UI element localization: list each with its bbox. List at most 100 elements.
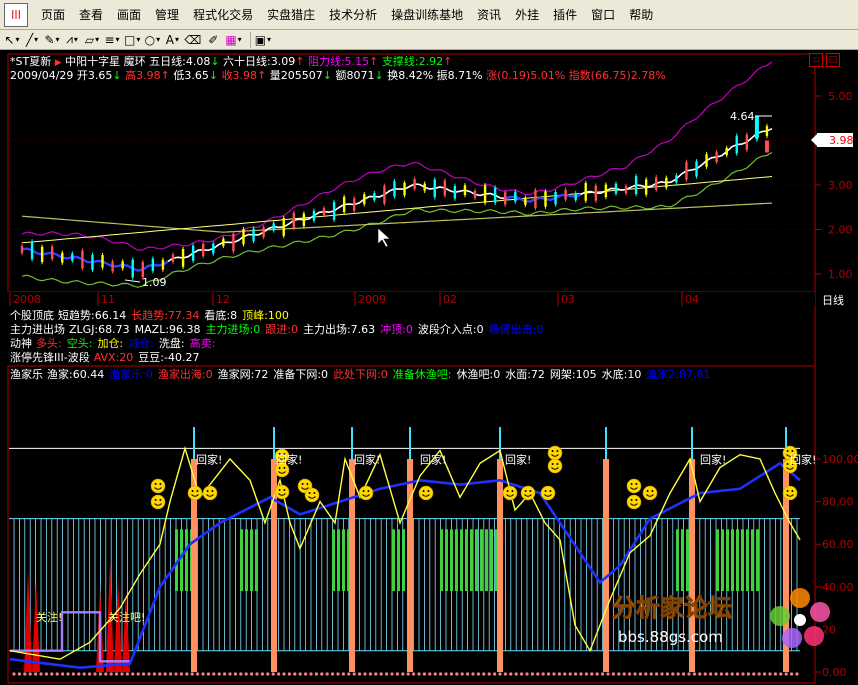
maximize-icon[interactable]: □: [826, 53, 840, 67]
bottom-dot: [471, 672, 475, 676]
indicator-name[interactable]: 涨停先锋III-波段: [10, 351, 90, 364]
bottom-dot: [509, 672, 513, 676]
bottom-dot: [115, 672, 119, 676]
up-arrow-icon: ↑: [257, 69, 267, 82]
bottom-dot: [395, 672, 399, 676]
smiley-eye: [367, 490, 370, 492]
smiley-eye: [427, 490, 430, 492]
menu-item[interactable]: 外挂: [508, 0, 546, 30]
bottom-dot: [752, 672, 756, 676]
prepare-rest-bar: [470, 529, 473, 592]
candle-body: [634, 176, 638, 194]
bottom-dot: [88, 672, 92, 676]
candle-body: [745, 134, 749, 150]
bottom-dot: [233, 672, 237, 676]
bottom-dot: [590, 672, 594, 676]
bottom-dot: [379, 672, 383, 676]
bottom-dot: [665, 672, 670, 676]
ellipse-tool-icon[interactable]: ○ ▾: [144, 32, 161, 48]
candle-body: [685, 161, 688, 180]
smiley-eye: [646, 490, 649, 492]
bottom-dot: [520, 672, 524, 676]
menu-item[interactable]: 查看: [72, 0, 110, 30]
bottom-dot: [617, 672, 621, 676]
bottom-dot: [260, 672, 264, 676]
lower-indicator-value: 水面:72: [505, 368, 545, 381]
candle-body: [91, 254, 94, 270]
lower-band-line: [21, 151, 773, 288]
rectangle-tool-icon[interactable]: □ ▾: [124, 32, 140, 48]
bottom-dot: [341, 672, 345, 676]
lower-indicator-value: 渔家乐:0: [109, 368, 153, 381]
prepare-rest-bar: [180, 529, 183, 592]
prepare-rest-bar: [460, 529, 463, 592]
menu-item[interactable]: 程式化交易: [186, 0, 260, 30]
fibonacci-tool-icon[interactable]: ≡ ▾: [104, 32, 120, 48]
support-line: [21, 176, 773, 244]
open-price: 开3.65: [76, 69, 113, 82]
menu-item[interactable]: 操盘训练基地: [384, 0, 470, 30]
save-icon[interactable]: ▣ ▾: [255, 32, 271, 48]
indicator-value: 跟进:0: [265, 323, 298, 336]
upper-band-line: [21, 61, 773, 251]
menu-item[interactable]: 技术分析: [322, 0, 384, 30]
smiley-icon: [150, 478, 166, 494]
pencil-tool-icon[interactable]: ✎ ▾: [44, 32, 60, 48]
bottom-dot: [325, 672, 329, 676]
smiley-eye: [551, 463, 554, 465]
bottom-dot: [584, 672, 589, 676]
candle-body: [504, 192, 507, 205]
candle-body: [30, 241, 34, 260]
menu-item[interactable]: 画面: [110, 0, 148, 30]
prepare-rest-bar: [751, 529, 754, 592]
bottom-dot: [287, 672, 291, 676]
restore-icon[interactable]: ▫: [809, 53, 823, 67]
menu-item[interactable]: 页面: [34, 0, 72, 30]
attention-spike: [32, 582, 40, 672]
candle-body: [764, 140, 769, 153]
bottom-dot: [179, 672, 183, 676]
peak-spike: [409, 427, 411, 459]
flower-logo-icon: [770, 588, 830, 648]
brush-tool-icon[interactable]: ✐: [205, 32, 221, 48]
zigzag-tool-icon[interactable]: ⩘ ▾: [64, 32, 80, 48]
bottom-dot: [12, 672, 16, 676]
smiley-eye: [549, 490, 552, 492]
smiley-eye: [211, 490, 214, 492]
bottom-dot: [336, 672, 340, 676]
cursor-tool-icon[interactable]: ↖ ▾: [4, 32, 20, 48]
lower-indicator-value: 网架:105: [549, 368, 597, 381]
smiley-eye: [313, 492, 316, 494]
menu-item[interactable]: 管理: [148, 0, 186, 30]
bottom-dot: [709, 672, 713, 676]
candle-body: [534, 190, 537, 208]
bottom-dot: [358, 672, 362, 676]
candle-body: [564, 189, 567, 200]
line-tool-icon[interactable]: ╱ ▾: [24, 32, 40, 48]
eraser-tool-icon[interactable]: ⌫: [184, 32, 201, 48]
smiley-icon: [626, 478, 642, 494]
bottom-dot: [466, 672, 470, 676]
menu-item[interactable]: 帮助: [622, 0, 660, 30]
bottom-dot: [611, 672, 616, 676]
attention-spike: [114, 578, 122, 672]
bottom-dot: [455, 672, 459, 676]
bottom-dot: [525, 672, 529, 676]
menu-item[interactable]: 插件: [546, 0, 584, 30]
smiley-eye: [556, 450, 559, 452]
text-tool-icon[interactable]: A ▾: [164, 32, 180, 48]
menu-item[interactable]: 窗口: [584, 0, 622, 30]
mouse-cursor-icon: [377, 227, 391, 248]
menu-item[interactable]: 资讯: [470, 0, 508, 30]
bottom-dot: [277, 672, 281, 676]
indicator-value: 主力出场:7.63: [302, 323, 376, 336]
app-logo-icon[interactable]: |||: [4, 2, 28, 27]
bottom-dot: [17, 672, 21, 676]
lower-panel-name[interactable]: 渔家乐: [10, 368, 43, 381]
smiley-eye: [791, 450, 794, 452]
color-palette-icon[interactable]: ▦ ▾: [225, 32, 241, 48]
channel-tool-icon[interactable]: ▱ ▾: [84, 32, 100, 48]
menu-item[interactable]: 实盘猎庄: [260, 0, 322, 30]
bottom-dot: [660, 672, 664, 676]
bottom-dot: [428, 672, 432, 676]
